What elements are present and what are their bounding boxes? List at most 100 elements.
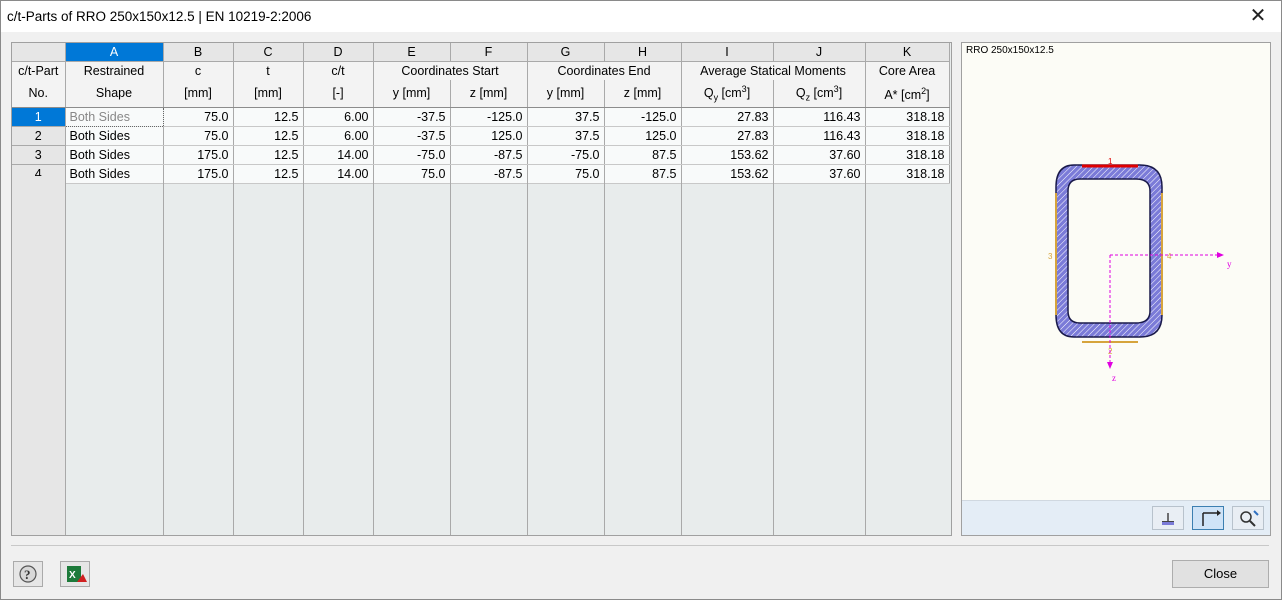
axes-icon[interactable] (1192, 506, 1224, 530)
cell-qz[interactable]: 116.43 (773, 126, 866, 146)
cell-z-end[interactable]: -125.0 (604, 107, 682, 127)
column-letter[interactable]: A (65, 43, 164, 62)
cell-ct[interactable]: 6.00 (303, 107, 374, 127)
column-letter[interactable]: I (681, 43, 774, 62)
header-h-2: z [mm] (604, 80, 682, 108)
cell-y-start[interactable]: -75.0 (373, 145, 451, 165)
header-a: Restrained (65, 61, 164, 80)
svg-text:X: X (69, 570, 76, 581)
tube-wall (1055, 164, 1163, 338)
section-preview-panel: RRO 250x150x12.5 1 2 3 4 y z (961, 42, 1271, 536)
header-i-2: Qy [cm3] (681, 80, 774, 108)
header-f-2: z [mm] (450, 80, 528, 108)
ct-parts-table: A B C D E F G H I J K c/t-Part Restraine… (11, 42, 952, 536)
header-coordinates-end: Coordinates End (527, 61, 682, 80)
z-axis-arrow (1107, 362, 1113, 369)
header-b-2: [mm] (163, 80, 234, 108)
cell-qy[interactable]: 27.83 (681, 107, 774, 127)
header-g-2: y [mm] (527, 80, 605, 108)
header-rowhead: c/t-Part (12, 61, 66, 80)
column-letter[interactable]: J (773, 43, 866, 62)
column-letter-row: A B C D E F G H I J K (12, 43, 950, 62)
header-b: c (163, 61, 234, 80)
cell-shape[interactable]: Both Sides (65, 126, 164, 146)
table-row[interactable]: 1 Both Sides 75.0 12.5 6.00 -37.5 -125.0… (12, 106, 950, 127)
cell-y-start[interactable]: -37.5 (373, 126, 451, 146)
cell-c[interactable]: 75.0 (163, 126, 234, 146)
corner-cell (12, 43, 66, 62)
cell-t[interactable]: 12.5 (233, 107, 304, 127)
cell-t[interactable]: 12.5 (233, 145, 304, 165)
table: A B C D E F G H I J K c/t-Part Restraine… (12, 43, 950, 184)
header-d: c/t (303, 61, 374, 80)
row-number[interactable]: 2 (12, 126, 66, 146)
cell-z-start[interactable]: -125.0 (450, 107, 528, 127)
cell-z-end[interactable]: 87.5 (604, 145, 682, 165)
part-3-label: 3 (1048, 252, 1053, 261)
cell-ct[interactable]: 14.00 (303, 145, 374, 165)
section-drawing: 1 2 3 4 y z (1048, 157, 1232, 383)
close-button[interactable]: Close (1172, 560, 1269, 588)
cell-qz[interactable]: 37.60 (773, 145, 866, 165)
part-4-label: 4 (1167, 252, 1172, 261)
cell-z-start[interactable]: -87.5 (450, 145, 528, 165)
y-axis-arrow (1217, 252, 1224, 258)
cell-area[interactable]: 318.18 (865, 107, 950, 127)
header-c-2: [mm] (233, 80, 304, 108)
header-coordinates-start: Coordinates Start (373, 61, 528, 80)
window-close-icon[interactable]: ✕ (1245, 5, 1271, 29)
cell-area[interactable]: 318.18 (865, 164, 950, 184)
header-d-2: [-] (303, 80, 374, 108)
header-row-2: No. Shape [mm] [mm] [-] y [mm] z [mm] y … (12, 80, 950, 108)
column-letter[interactable]: H (604, 43, 682, 62)
header-e-2: y [mm] (373, 80, 451, 108)
cell-shape[interactable]: Both Sides (64, 106, 164, 127)
header-rowhead-2: No. (12, 80, 66, 108)
help-icon[interactable]: ? (13, 561, 43, 587)
cell-ct[interactable]: 6.00 (303, 126, 374, 146)
header-statical-moments: Average Statical Moments (681, 61, 866, 80)
cell-shape[interactable]: Both Sides (65, 145, 164, 165)
footer-separator (11, 545, 1269, 546)
cell-y-end[interactable]: 37.5 (527, 126, 605, 146)
cell-z-end[interactable]: 125.0 (604, 126, 682, 146)
header-j-2: Qz [cm3] (773, 80, 866, 108)
table-row[interactable]: 2 Both Sides 75.0 12.5 6.00 -37.5 125.0 … (12, 126, 950, 146)
cell-c[interactable]: 75.0 (163, 107, 234, 127)
cell-qz[interactable]: 116.43 (773, 107, 866, 127)
section-view-icon[interactable] (1152, 506, 1184, 530)
header-a-2: Shape (65, 80, 164, 108)
y-axis-label: y (1227, 259, 1232, 269)
cell-t[interactable]: 12.5 (233, 126, 304, 146)
excel-export-icon[interactable]: X (60, 561, 90, 587)
column-letter[interactable]: C (233, 43, 304, 62)
column-letter[interactable]: K (865, 43, 950, 62)
cell-qy[interactable]: 153.62 (681, 145, 774, 165)
col-divider (12, 176, 866, 535)
column-letter[interactable]: E (373, 43, 451, 62)
row-number[interactable]: 3 (12, 145, 66, 165)
svg-text:?: ? (24, 567, 31, 582)
header-k-2: A* [cm2] (865, 80, 950, 108)
header-c: t (233, 61, 304, 80)
header-k: Core Area (865, 61, 950, 80)
part-1-label: 1 (1108, 157, 1113, 166)
column-letter[interactable]: D (303, 43, 374, 62)
row-number[interactable]: 1 (12, 107, 66, 127)
header-row-1: c/t-Part Restrained c t c/t Coordinates … (12, 61, 950, 80)
cell-c[interactable]: 175.0 (163, 145, 234, 165)
cell-qy[interactable]: 27.83 (681, 126, 774, 146)
cell-z-start[interactable]: 125.0 (450, 126, 528, 146)
cell-y-end[interactable]: -75.0 (527, 145, 605, 165)
column-letter[interactable]: G (527, 43, 605, 62)
window-title: c/t-Parts of RRO 250x150x12.5 | EN 10219… (7, 9, 312, 24)
table-row[interactable]: 3 Both Sides 175.0 12.5 14.00 -75.0 -87.… (12, 145, 950, 165)
z-axis-label: z (1112, 373, 1116, 383)
cell-area[interactable]: 318.18 (865, 126, 950, 146)
cell-area[interactable]: 318.18 (865, 145, 950, 165)
cell-y-end[interactable]: 37.5 (527, 107, 605, 127)
column-letter[interactable]: F (450, 43, 528, 62)
zoom-settings-icon[interactable] (1232, 506, 1264, 530)
cell-y-start[interactable]: -37.5 (373, 107, 451, 127)
column-letter[interactable]: B (163, 43, 234, 62)
